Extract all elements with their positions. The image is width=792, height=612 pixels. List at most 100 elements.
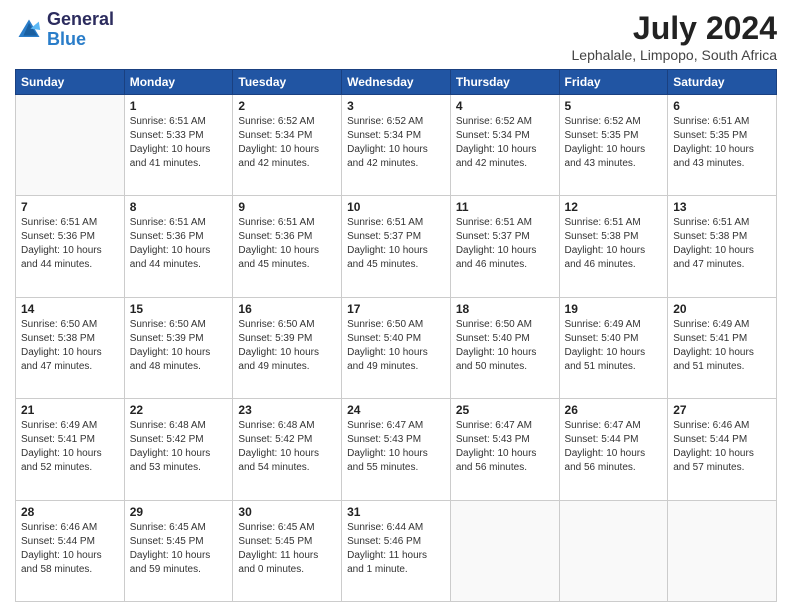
day-header-monday: Monday [124, 70, 233, 95]
day-info: Sunrise: 6:50 AMSunset: 5:40 PMDaylight:… [456, 318, 554, 374]
calendar-cell: 20 Sunrise: 6:49 AMSunset: 5:41 PMDayligh… [668, 297, 777, 398]
day-info: Sunrise: 6:50 AMSunset: 5:38 PMDaylight:… [21, 318, 119, 374]
calendar-cell: 15Sunrise: 6:50 AMSunset: 5:39 PMDayligh… [124, 297, 233, 398]
day-info: Sunrise: 6:50 AMSunset: 5:39 PMDaylight:… [238, 318, 336, 374]
day-number: 15 [130, 302, 228, 316]
calendar-cell: 1 Sunrise: 6:51 AMSunset: 5:33 PMDaylight… [124, 95, 233, 196]
calendar-cell: 27 Sunrise: 6:46 AMSunset: 5:44 PMDayligh… [668, 399, 777, 500]
day-info: Sunrise: 6:51 AMSunset: 5:38 PMDaylight:… [673, 216, 771, 272]
day-info: Sunrise: 6:46 AMSunset: 5:44 PMDaylight:… [21, 521, 119, 577]
day-number: 30 [238, 505, 336, 519]
day-number: 28 [21, 505, 119, 519]
day-info: Sunrise: 6:48 AMSunset: 5:42 PMDaylight:… [238, 419, 336, 475]
day-number: 25 [456, 403, 554, 417]
day-info: Sunrise: 6:50 AMSunset: 5:40 PMDaylight:… [347, 318, 445, 374]
day-info: Sunrise: 6:52 AMSunset: 5:34 PMDaylight:… [238, 115, 336, 171]
calendar-cell [559, 500, 668, 601]
day-number: 22 [130, 403, 228, 417]
day-info: Sunrise: 6:51 AMSunset: 5:36 PMDaylight:… [238, 216, 336, 272]
week-row-4: 21 Sunrise: 6:49 AMSunset: 5:41 PMDayligh… [16, 399, 777, 500]
day-number: 2 [238, 99, 336, 113]
header-row: SundayMondayTuesdayWednesdayThursdayFrid… [16, 70, 777, 95]
calendar-cell: 11 Sunrise: 6:51 AMSunset: 5:37 PMDayligh… [450, 196, 559, 297]
day-info: Sunrise: 6:47 AMSunset: 5:43 PMDaylight:… [347, 419, 445, 475]
day-info: Sunrise: 6:51 AMSunset: 5:37 PMDaylight:… [347, 216, 445, 272]
calendar-cell: 26 Sunrise: 6:47 AMSunset: 5:44 PMDayligh… [559, 399, 668, 500]
logo: General Blue [15, 10, 114, 50]
day-number: 7 [21, 200, 119, 214]
title-block: July 2024 Lephalale, Limpopo, South Afri… [572, 10, 777, 63]
day-info: Sunrise: 6:47 AMSunset: 5:44 PMDaylight:… [565, 419, 663, 475]
day-info: Sunrise: 6:51 AMSunset: 5:36 PMDaylight:… [21, 216, 119, 272]
day-number: 11 [456, 200, 554, 214]
location: Lephalale, Limpopo, South Africa [572, 47, 777, 63]
day-info: Sunrise: 6:44 AMSunset: 5:46 PMDaylight:… [347, 521, 445, 577]
day-number: 18 [456, 302, 554, 316]
calendar-cell: 21 Sunrise: 6:49 AMSunset: 5:41 PMDayligh… [16, 399, 125, 500]
day-header-wednesday: Wednesday [342, 70, 451, 95]
header: General Blue July 2024 Lephalale, Limpop… [15, 10, 777, 63]
week-row-2: 7 Sunrise: 6:51 AMSunset: 5:36 PMDaylight… [16, 196, 777, 297]
calendar-cell: 17 Sunrise: 6:50 AMSunset: 5:40 PMDayligh… [342, 297, 451, 398]
calendar-cell: 4Sunrise: 6:52 AMSunset: 5:34 PMDaylight… [450, 95, 559, 196]
calendar-cell: 13 Sunrise: 6:51 AMSunset: 5:38 PMDayligh… [668, 196, 777, 297]
day-number: 14 [21, 302, 119, 316]
day-info: Sunrise: 6:51 AMSunset: 5:35 PMDaylight:… [673, 115, 771, 171]
day-number: 8 [130, 200, 228, 214]
day-header-tuesday: Tuesday [233, 70, 342, 95]
day-info: Sunrise: 6:46 AMSunset: 5:44 PMDaylight:… [673, 419, 771, 475]
day-info: Sunrise: 6:45 AMSunset: 5:45 PMDaylight:… [238, 521, 336, 577]
calendar-cell: 2 Sunrise: 6:52 AMSunset: 5:34 PMDaylight… [233, 95, 342, 196]
day-info: Sunrise: 6:51 AMSunset: 5:37 PMDaylight:… [456, 216, 554, 272]
day-number: 5 [565, 99, 663, 113]
calendar-cell: 25 Sunrise: 6:47 AMSunset: 5:43 PMDayligh… [450, 399, 559, 500]
day-number: 10 [347, 200, 445, 214]
calendar-table: SundayMondayTuesdayWednesdayThursdayFrid… [15, 69, 777, 602]
day-info: Sunrise: 6:47 AMSunset: 5:43 PMDaylight:… [456, 419, 554, 475]
calendar-cell: 5Sunrise: 6:52 AMSunset: 5:35 PMDaylight… [559, 95, 668, 196]
calendar-cell: 31 Sunrise: 6:44 AMSunset: 5:46 PMDayligh… [342, 500, 451, 601]
day-number: 21 [21, 403, 119, 417]
day-number: 1 [130, 99, 228, 113]
day-number: 24 [347, 403, 445, 417]
week-row-5: 28 Sunrise: 6:46 AMSunset: 5:44 PMDayligh… [16, 500, 777, 601]
day-number: 9 [238, 200, 336, 214]
day-number: 6 [673, 99, 771, 113]
calendar-cell: 28 Sunrise: 6:46 AMSunset: 5:44 PMDayligh… [16, 500, 125, 601]
day-number: 4 [456, 99, 554, 113]
month-year: July 2024 [572, 10, 777, 47]
calendar-cell: 30 Sunrise: 6:45 AMSunset: 5:45 PMDayligh… [233, 500, 342, 601]
logo-text: General Blue [47, 10, 114, 50]
calendar-cell: 24 Sunrise: 6:47 AMSunset: 5:43 PMDayligh… [342, 399, 451, 500]
logo-icon [15, 16, 43, 44]
page: General Blue July 2024 Lephalale, Limpop… [0, 0, 792, 612]
week-row-3: 14 Sunrise: 6:50 AMSunset: 5:38 PMDayligh… [16, 297, 777, 398]
calendar-cell [668, 500, 777, 601]
calendar-cell [16, 95, 125, 196]
day-number: 31 [347, 505, 445, 519]
calendar-cell: 7 Sunrise: 6:51 AMSunset: 5:36 PMDaylight… [16, 196, 125, 297]
week-row-1: 1 Sunrise: 6:51 AMSunset: 5:33 PMDaylight… [16, 95, 777, 196]
calendar-cell: 22Sunrise: 6:48 AMSunset: 5:42 PMDayligh… [124, 399, 233, 500]
day-info: Sunrise: 6:49 AMSunset: 5:41 PMDaylight:… [21, 419, 119, 475]
day-info: Sunrise: 6:51 AMSunset: 5:36 PMDaylight:… [130, 216, 228, 272]
day-info: Sunrise: 6:45 AMSunset: 5:45 PMDaylight:… [130, 521, 228, 577]
calendar-cell: 12 Sunrise: 6:51 AMSunset: 5:38 PMDayligh… [559, 196, 668, 297]
day-number: 12 [565, 200, 663, 214]
calendar-cell: 10 Sunrise: 6:51 AMSunset: 5:37 PMDayligh… [342, 196, 451, 297]
calendar-cell: 6 Sunrise: 6:51 AMSunset: 5:35 PMDaylight… [668, 95, 777, 196]
day-header-saturday: Saturday [668, 70, 777, 95]
day-number: 23 [238, 403, 336, 417]
day-number: 13 [673, 200, 771, 214]
day-number: 26 [565, 403, 663, 417]
day-info: Sunrise: 6:51 AMSunset: 5:33 PMDaylight:… [130, 115, 228, 171]
calendar-cell: 29Sunrise: 6:45 AMSunset: 5:45 PMDayligh… [124, 500, 233, 601]
day-info: Sunrise: 6:49 AMSunset: 5:41 PMDaylight:… [673, 318, 771, 374]
day-info: Sunrise: 6:51 AMSunset: 5:38 PMDaylight:… [565, 216, 663, 272]
day-number: 3 [347, 99, 445, 113]
day-number: 20 [673, 302, 771, 316]
day-number: 27 [673, 403, 771, 417]
calendar-cell: 14 Sunrise: 6:50 AMSunset: 5:38 PMDayligh… [16, 297, 125, 398]
day-number: 17 [347, 302, 445, 316]
calendar-cell: 9 Sunrise: 6:51 AMSunset: 5:36 PMDaylight… [233, 196, 342, 297]
